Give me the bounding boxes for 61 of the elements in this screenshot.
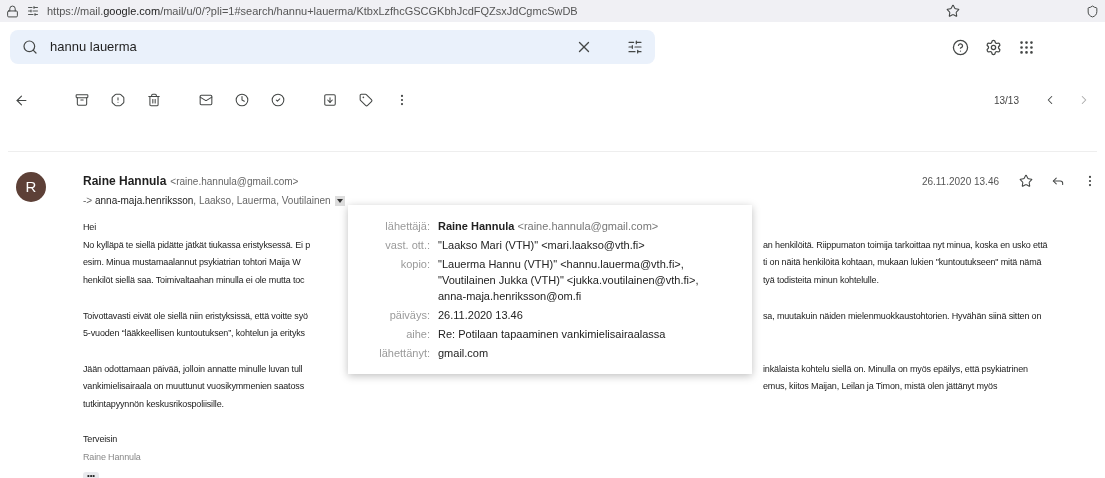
detail-value: "Lauerma Hannu (VTH)" <hannu.lauerma@vth.fi>, xyxy=(438,257,685,272)
lock-icon xyxy=(6,4,19,18)
filter-options-icon[interactable] xyxy=(627,39,643,55)
body-text: tyä todisteita minun kohtelulle. xyxy=(763,274,879,288)
detail-value: 26.11.2020 13.46 xyxy=(438,308,523,323)
search-field[interactable]: hannu lauerma xyxy=(10,30,655,64)
help-icon[interactable] xyxy=(952,38,969,56)
pager-count: 13/13 xyxy=(993,93,1019,108)
body-text: ti on näitä henkilöitä kohtaan, mukaan lukien "kuntoutukseen" mitä nämä xyxy=(763,256,1042,270)
detail-label: lähettäjä: xyxy=(384,219,430,234)
spam-icon[interactable] xyxy=(111,93,125,107)
signature: Raine Hannula xyxy=(83,451,141,465)
star-icon[interactable] xyxy=(1019,174,1033,188)
move-to-icon[interactable] xyxy=(323,93,337,107)
reply-icon[interactable] xyxy=(1051,174,1065,188)
mail-icon[interactable] xyxy=(199,93,213,107)
avatar: R xyxy=(16,172,46,202)
detail-value: Re: Potilaan tapaaminen vankimielisairaalassa xyxy=(438,327,666,342)
body-text: emus, kiitos Maijan, Leilan ja Timon, mistä olen jättänyt myös xyxy=(763,380,998,394)
body-text: sa, muutakuin näiden mielenmuokkaustohtorien. Hyvähän siinä sitten on xyxy=(763,309,1042,323)
detail-value: "Voutilainen Jukka (VTH)" <jukka.voutilainen@vth.fi>, xyxy=(438,273,699,288)
sender-name: Raine Hannula xyxy=(83,173,167,190)
url-text[interactable]: https://mail.google.com/mail/u/0/?pli=1#search/hannu+lauerma/KtbxLzfhcGSCGKbhJcdFQZsxJdCgmcSwDB xyxy=(47,2,578,20)
bookmark-star-icon[interactable] xyxy=(946,4,960,18)
label-icon[interactable] xyxy=(359,93,373,107)
detail-value: Raine Hannula <raine.hannula@gmail.com> xyxy=(438,219,659,234)
detail-label: aihe: xyxy=(405,327,430,342)
shield-icon[interactable] xyxy=(1086,4,1099,18)
detail-value: anna-maja.henriksson@om.fi xyxy=(438,289,583,304)
body-text: 5-vuoden “lääkkeellisen kuntoutuksen”, kohtelun ja erityks xyxy=(83,327,306,341)
apps-icon[interactable] xyxy=(1018,38,1035,56)
body-text: Jään odottamaan päivää, jolloin annatte minulle luvan tull xyxy=(83,362,304,376)
add-task-icon[interactable] xyxy=(271,93,285,107)
body-text: an henkilöitä. Riippumaton toimija tarkoittaa nyt minua, koska en usko että xyxy=(763,238,1048,252)
show-trimmed-button[interactable]: ••• xyxy=(83,471,99,478)
clock-icon[interactable] xyxy=(235,93,249,107)
signoff: Terveisin xyxy=(83,433,118,447)
body-text: Toivottavasti eivät ole siellä niin eristyksissä, että voitte syö xyxy=(83,309,309,323)
sender-email: <raine.hannula@gmail.com> xyxy=(170,174,299,189)
detail-value: "Laakso Mari (VTH)" <mari.laakso@vth.fi> xyxy=(438,238,645,253)
detail-label: vast. ott.: xyxy=(384,238,430,253)
body-text: henkilöt siellä saa. Toimivaltaahan minulla ei ole mutta toc xyxy=(83,274,306,288)
body-text: No kylläpä te siellä pidätte jätkät tiukassa eristyksessä. Ei p xyxy=(83,238,312,252)
site-settings-icon[interactable] xyxy=(27,5,39,17)
delete-icon[interactable] xyxy=(147,93,161,107)
detail-value: gmail.com xyxy=(438,346,489,361)
details-caret-icon[interactable] xyxy=(334,195,345,206)
detail-label: kopio: xyxy=(399,257,430,272)
body-text: tutkintapyynnön keskusrikospoliisille. xyxy=(83,398,225,411)
body-text: inkälaista kohtelu siellä on. Minulla on myös epäilys, että psykiatrinen xyxy=(763,362,1028,376)
body-text: Hei xyxy=(83,221,98,234)
settings-icon[interactable] xyxy=(985,38,1002,56)
detail-label: päiväys: xyxy=(388,308,430,323)
archive-icon[interactable] xyxy=(75,93,89,107)
body-text: esim. Minua mustamaalannut psykiatrian tohtori Maija W xyxy=(83,256,302,270)
detail-label: lähettänyt: xyxy=(378,346,430,361)
recipients: -> anna-maja.henriksson, Laakso, Lauerma, Voutilainen xyxy=(83,194,331,208)
message-date: 26.11.2020 13.46 xyxy=(921,174,999,189)
body-text: vankimielisairaala on muuttunut vuosikymmenien saatoss xyxy=(83,380,305,394)
back-icon[interactable] xyxy=(14,92,29,108)
search-icon[interactable] xyxy=(22,39,38,55)
